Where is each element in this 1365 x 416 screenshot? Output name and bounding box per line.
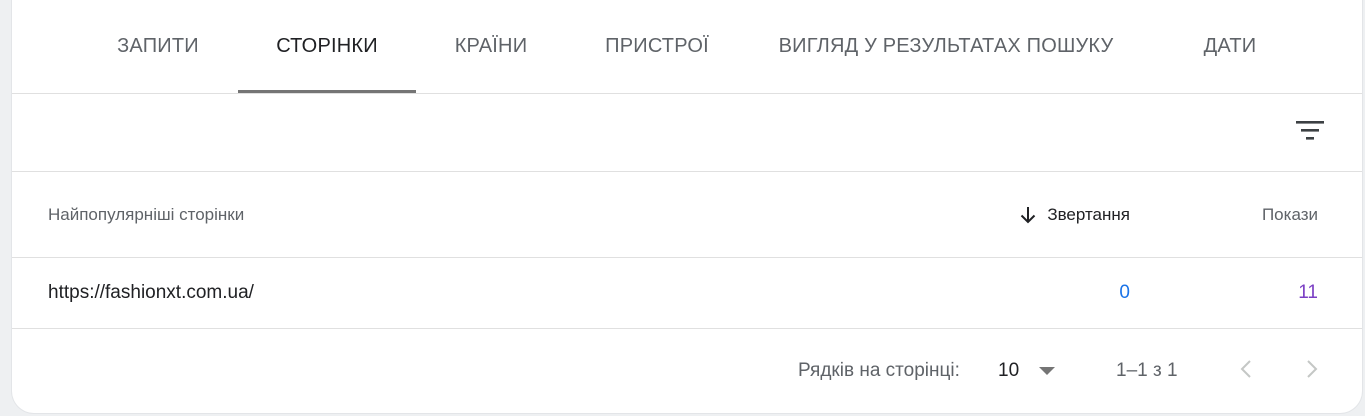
active-tab-indicator — [238, 90, 416, 93]
table-row[interactable]: https://fashionxt.com.ua/ 0 11 — [12, 258, 1362, 329]
tab-queries[interactable]: ЗАПИТИ — [98, 0, 218, 93]
tab-pages[interactable]: СТОРІНКИ — [238, 0, 416, 93]
chevron-right-icon — [1306, 359, 1318, 384]
tab-dates[interactable]: ДАТИ — [1180, 0, 1280, 93]
column-header-clicks[interactable]: Звертання — [1019, 172, 1130, 257]
tab-search-appearance[interactable]: ВИГЛЯД У РЕЗУЛЬТАТАХ ПОШУКУ — [768, 0, 1124, 93]
tab-countries[interactable]: КРАЇНИ — [436, 0, 546, 93]
previous-page-button[interactable] — [1224, 349, 1268, 393]
column-header-clicks-label: Звертання — [1047, 204, 1130, 224]
dropdown-arrow-icon — [1039, 366, 1056, 376]
column-header-impressions[interactable]: Покази — [1262, 172, 1318, 257]
rows-per-page-value: 10 — [998, 360, 1020, 381]
pagination-range: 1–1 з 1 — [1116, 360, 1178, 381]
arrow-down-icon — [1019, 206, 1037, 224]
performance-table-card: ЗАПИТИ СТОРІНКИ КРАЇНИ ПРИСТРОЇ ВИГЛЯД У… — [12, 0, 1362, 413]
row-page-url[interactable]: https://fashionxt.com.ua/ — [48, 258, 254, 328]
chevron-left-icon — [1240, 359, 1252, 384]
table-toolbar — [12, 94, 1362, 172]
rows-per-page-label: Рядків на сторінці: — [798, 360, 960, 381]
pagination-bar: Рядків на сторінці: 10 1–1 з 1 — [12, 329, 1362, 413]
next-page-button[interactable] — [1290, 349, 1334, 393]
tab-devices[interactable]: ПРИСТРОЇ — [590, 0, 724, 93]
dimension-tabs: ЗАПИТИ СТОРІНКИ КРАЇНИ ПРИСТРОЇ ВИГЛЯД У… — [12, 0, 1362, 94]
table-header: Найпопулярніші сторінки Звертання Покази — [12, 172, 1362, 258]
filter-button[interactable] — [1292, 114, 1328, 150]
filter-list-icon — [1296, 119, 1324, 146]
row-impressions-value: 11 — [1298, 282, 1318, 303]
column-header-pages[interactable]: Найпопулярніші сторінки — [48, 172, 244, 257]
row-clicks-value: 0 — [1119, 282, 1130, 303]
rows-per-page-select[interactable]: 10 — [998, 329, 1056, 413]
